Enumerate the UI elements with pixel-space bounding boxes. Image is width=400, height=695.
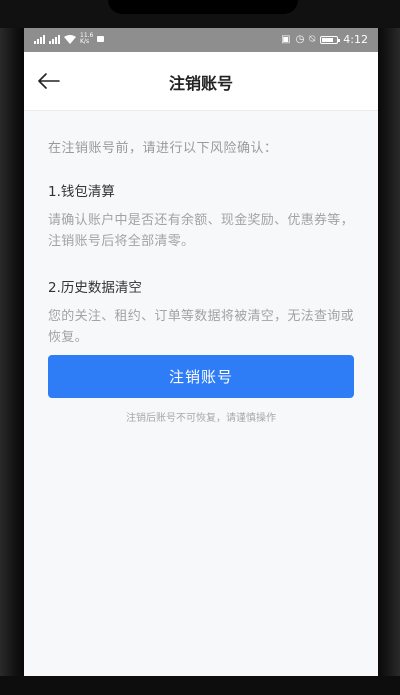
status-bar: 11.6 K/s ▣ ◷ ⍉ 4:12 — [24, 28, 378, 52]
notification-icon — [97, 36, 105, 42]
wifi-icon — [64, 34, 76, 44]
intro-text: 在注销账号前，请进行以下风险确认： — [48, 141, 278, 156]
phone-frame: 11.6 K/s ▣ ◷ ⍉ 4:12 注销账号 在注销账号前，请进行以下风险确… — [0, 0, 400, 695]
warning-note: 注销后账号不可恢复，请谨慎操作 — [126, 413, 276, 424]
risk-confirmation-content: 在注销账号前，请进行以下风险确认： 1.钱包清算 请确认账户中是否还有余额、现金… — [48, 110, 354, 348]
signal-2-icon — [49, 34, 60, 44]
nfc-icon: ▣ — [281, 33, 291, 45]
section-body-history: 您的关注、租约、订单等数据将被清空，无法查询或恢复。 — [48, 309, 354, 345]
battery-icon — [320, 35, 341, 44]
mute-icon: ⍉ — [309, 33, 316, 45]
section-title-history: 2.历史数据清空 — [48, 280, 142, 296]
cancel-account-button[interactable]: 注销账号 — [48, 355, 354, 398]
camera-notch — [108, 0, 298, 14]
alarm-icon: ◷ — [295, 33, 305, 45]
status-bar-right: ▣ ◷ ⍉ 4:12 — [281, 33, 368, 46]
status-time: 4:12 — [343, 33, 368, 46]
net-speed: 11.6 K/s — [80, 33, 93, 45]
bottom-bezel — [0, 676, 400, 695]
page-title: 注销账号 — [168, 74, 233, 93]
net-speed-unit: K/s — [80, 38, 90, 45]
section-body-wallet: 请确认账户中是否还有余额、现金奖励、优惠券等，注销账号后将全部清零。 — [48, 213, 354, 249]
section-title-wallet: 1.钱包清算 — [48, 184, 115, 200]
navigation-bar: 注销账号 — [24, 52, 378, 111]
status-bar-left: 11.6 K/s — [34, 33, 105, 45]
signal-icon — [34, 34, 45, 44]
app-screen: 11.6 K/s ▣ ◷ ⍉ 4:12 注销账号 在注销账号前，请进行以下风险确… — [24, 28, 378, 676]
